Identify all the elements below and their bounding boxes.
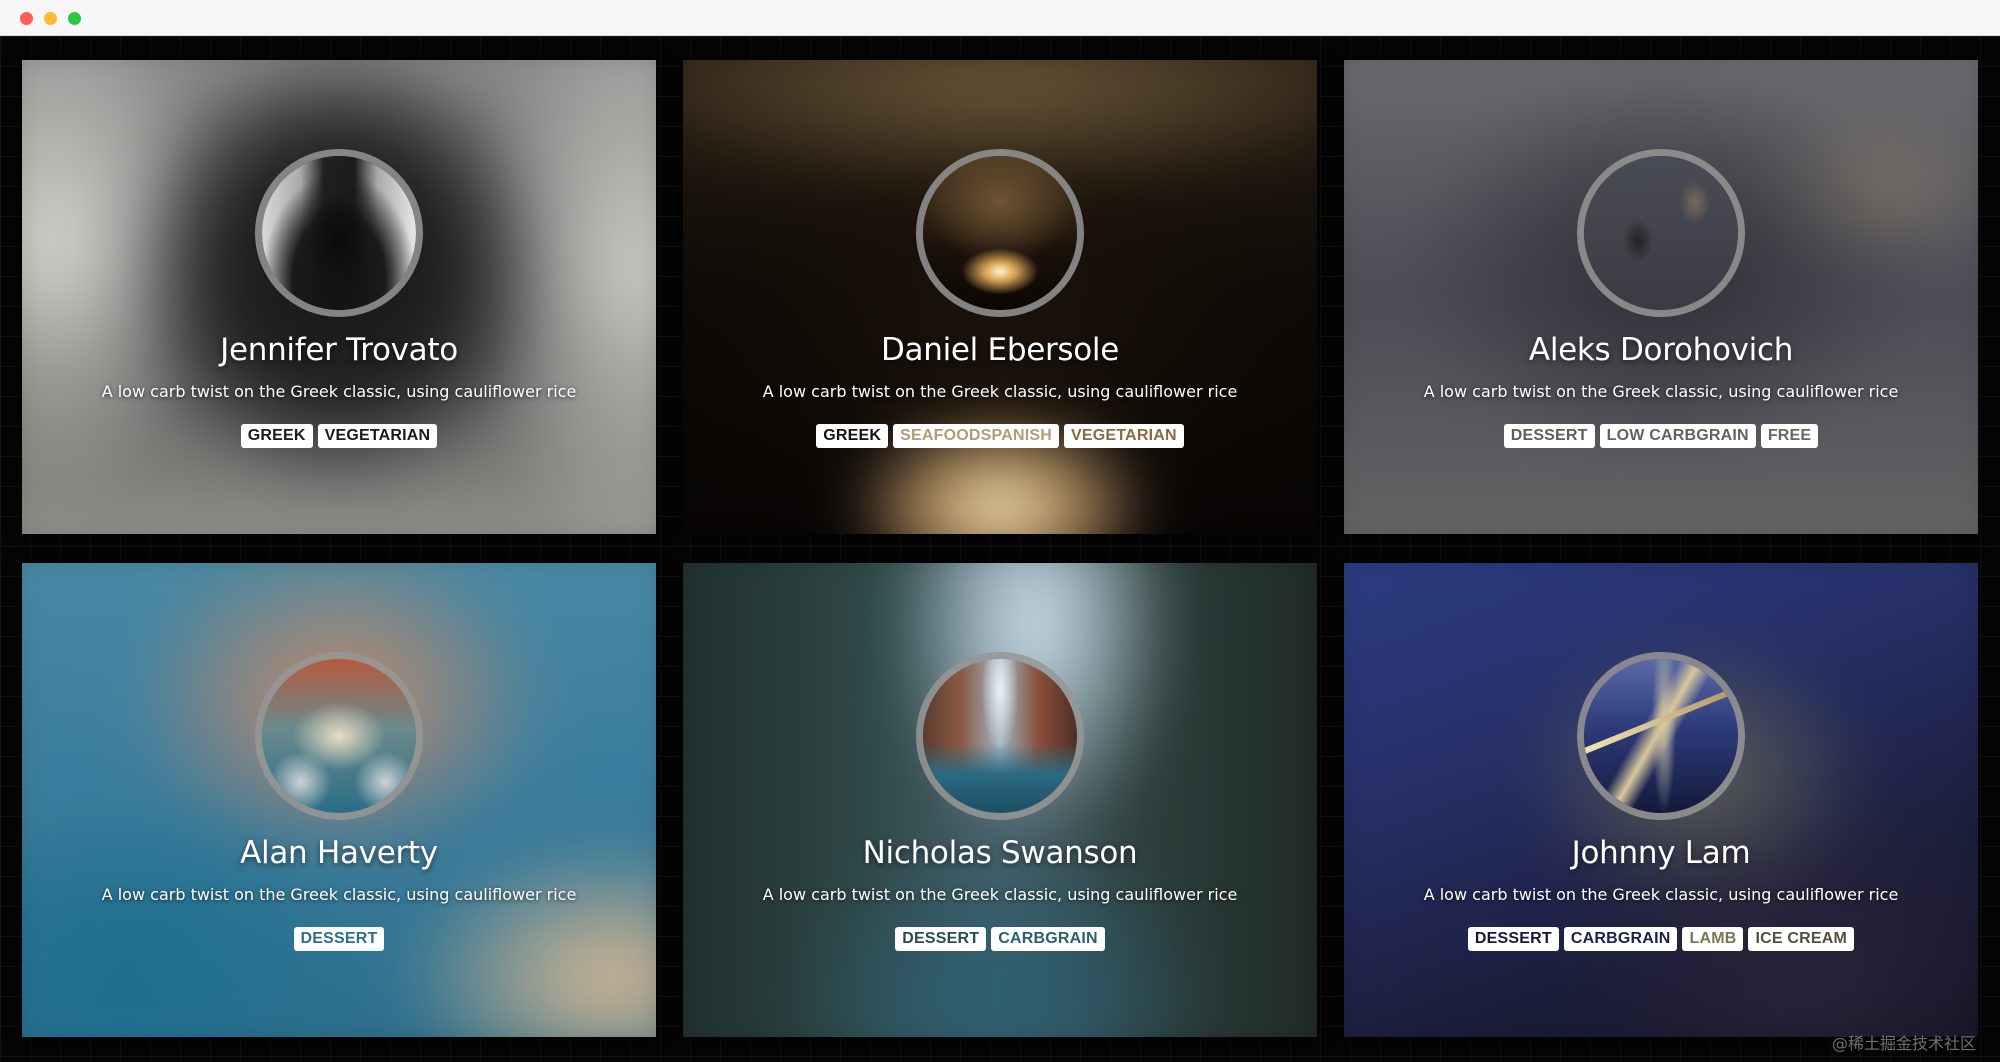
tag-list: GREEK VEGETARIAN [22,424,656,448]
card-name: Nicholas Swanson [862,835,1138,871]
tag[interactable]: LAMB [1682,927,1744,951]
card-name: Aleks Dorohovich [1528,332,1794,368]
tag[interactable]: CARBGRAIN [1563,927,1678,951]
card-description: A low carb twist on the Greek classic, u… [1423,885,1899,904]
profile-card[interactable]: Johnny Lam A low carb twist on the Greek… [1344,563,1978,1037]
watermark: @稀土掘金技术社区 [1831,1034,1976,1053]
tag[interactable]: ICE CREAM [1748,927,1855,951]
profile-card[interactable]: Aleks Dorohovich A low carb twist on the… [1344,60,1978,534]
card-description: A low carb twist on the Greek classic, u… [762,382,1238,401]
tag-list: DESSERT LOW CARBGRAIN FREE [1344,424,1978,448]
avatar [255,149,423,317]
close-window-button[interactable] [20,12,33,25]
minimize-window-button[interactable] [44,12,57,25]
avatar [916,652,1084,820]
window-titlebar [0,0,2000,36]
card-name: Daniel Ebersole [880,332,1120,368]
avatar [1577,652,1745,820]
tag-list: DESSERT [22,927,656,951]
tag[interactable]: CARBGRAIN [991,927,1105,951]
tag[interactable]: GREEK [240,424,313,448]
zoom-window-button[interactable] [68,12,81,25]
tag[interactable]: LOW CARBGRAIN [1599,424,1756,448]
card-name: Johnny Lam [1571,835,1751,871]
card-name: Alan Haverty [240,835,438,871]
tag[interactable]: DESSERT [1503,424,1595,448]
tag[interactable]: GREEK [816,424,889,448]
card-grid: Jennifer Trovato A low carb twist on the… [0,36,2000,1062]
card-description: A low carb twist on the Greek classic, u… [101,885,577,904]
profile-card[interactable]: Alan Haverty A low carb twist on the Gre… [22,563,656,1037]
tag[interactable]: VEGETARIAN [1064,424,1184,448]
tag[interactable]: DESSERT [1467,927,1559,951]
tag[interactable]: DESSERT [293,927,385,951]
tag[interactable]: SEAFOODSPANISH [893,424,1060,448]
tag[interactable]: FREE [1760,424,1819,448]
card-name: Jennifer Trovato [220,332,458,368]
card-description: A low carb twist on the Greek classic, u… [1423,382,1899,401]
avatar [255,652,423,820]
profile-card[interactable]: Nicholas Swanson A low carb twist on the… [683,563,1317,1037]
tag[interactable]: DESSERT [895,927,987,951]
tag[interactable]: VEGETARIAN [317,424,438,448]
card-description: A low carb twist on the Greek classic, u… [101,382,577,401]
tag-list: GREEK SEAFOODSPANISH VEGETARIAN [683,424,1317,448]
profile-card[interactable]: Daniel Ebersole A low carb twist on the … [683,60,1317,534]
avatar [916,149,1084,317]
tag-list: DESSERT CARBGRAIN [683,927,1317,951]
browser-window: Jennifer Trovato A low carb twist on the… [0,0,2000,1062]
tag-list: DESSERT CARBGRAIN LAMB ICE CREAM [1344,927,1978,951]
avatar [1577,149,1745,317]
card-description: A low carb twist on the Greek classic, u… [762,885,1238,904]
profile-card[interactable]: Jennifer Trovato A low carb twist on the… [22,60,656,534]
